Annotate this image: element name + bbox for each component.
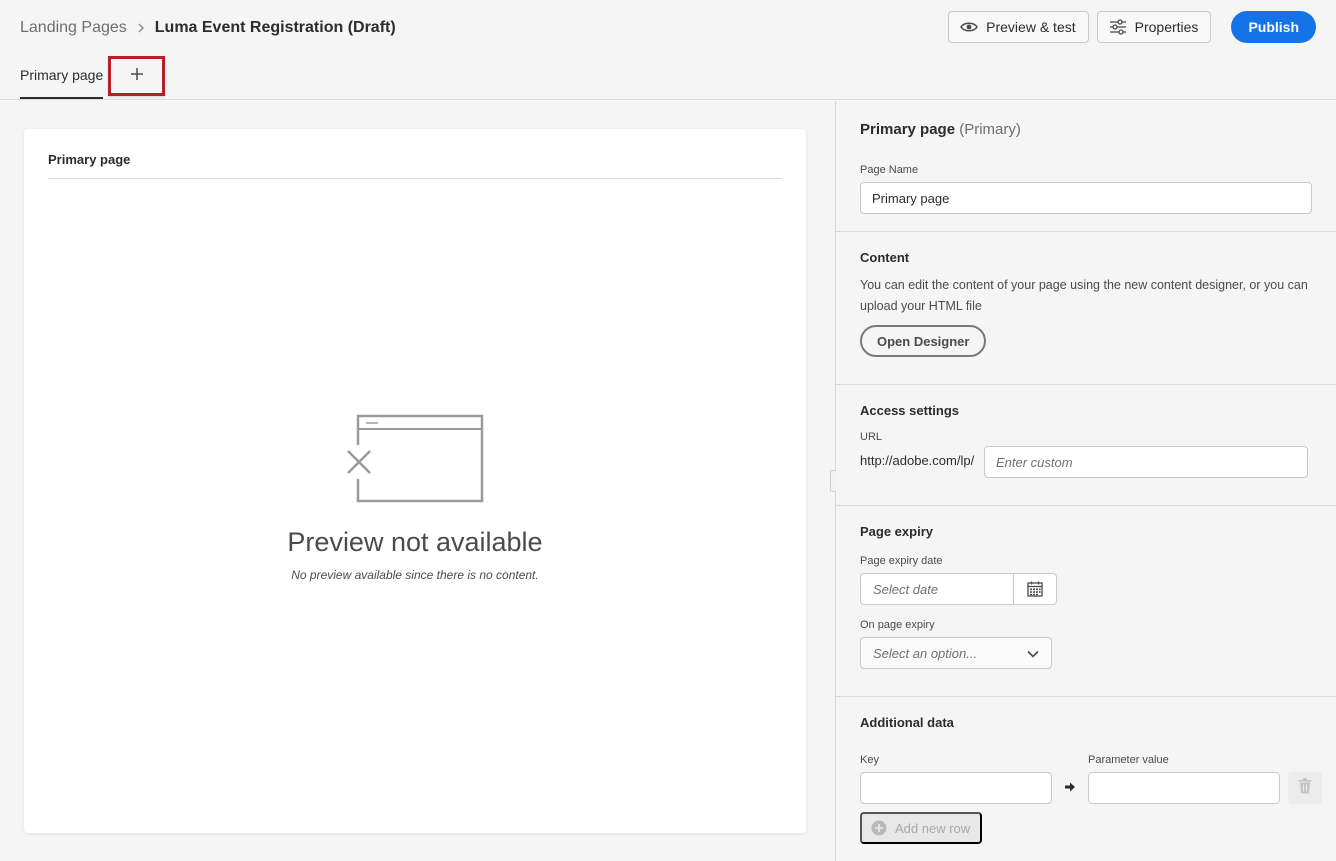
properties-heading-tag: (Primary) [959,121,1021,138]
chevron-right-icon [137,23,145,33]
calendar-icon[interactable] [1014,574,1056,604]
key-input[interactable] [860,772,1052,804]
plus-icon [130,67,144,86]
custom-url-placeholder: Enter custom [996,454,1073,470]
parameter-value-input[interactable] [1088,772,1280,804]
sliders-icon [1109,19,1127,35]
expiry-date-label: Page expiry date [860,555,943,567]
page-name-label: Page Name [860,164,919,176]
open-designer-button[interactable]: Open Designer [860,325,987,357]
broken-window-icon [344,411,514,508]
header-actions: Preview & test Properties Publish [948,11,1316,43]
divider [48,178,782,179]
arrow-right-icon [1064,781,1076,793]
breadcrumb-landing-pages[interactable]: Landing Pages [20,19,127,37]
on-expiry-placeholder: Select an option... [873,645,978,661]
preview-test-button[interactable]: Preview & test [948,11,1089,43]
preview-test-label: Preview & test [986,19,1076,35]
properties-heading-name: Primary page [860,121,956,138]
additional-data-title: Additional data [860,715,954,730]
add-new-row-label: Add new row [895,820,971,836]
page-tabs: Primary page [20,56,165,100]
breadcrumb: Landing Pages Luma Event Registration (D… [20,17,396,39]
content-section-title: Content [860,250,910,265]
properties-panel: Primary page (Primary) Page Name Primary… [836,101,1336,861]
page-properties-section: Primary page (Primary) Page Name Primary… [836,101,1336,232]
trash-icon [1298,777,1312,799]
page-title: Luma Event Registration (Draft) [154,19,396,36]
preview-area: Primary page Preview not available No pr… [0,101,835,861]
add-page-tab-button[interactable] [108,56,165,96]
add-new-row-button[interactable]: Add new row [860,812,982,844]
properties-button[interactable]: Properties [1096,11,1212,43]
properties-heading: Primary page (Primary) [860,121,1021,138]
eye-icon [960,21,979,33]
key-label: Key [860,754,879,766]
publish-button[interactable]: Publish [1231,11,1316,43]
properties-label: Properties [1134,19,1199,35]
empty-state-subtitle: No preview available since there is no c… [291,568,539,582]
preview-card: Primary page Preview not available No pr… [24,129,806,833]
expiry-date-picker[interactable]: Select date [860,573,1057,605]
preview-card-title: Primary page [48,152,131,167]
tab-primary-page[interactable]: Primary page [20,56,104,99]
content-description: You can edit the content of your page us… [860,278,1308,313]
url-prefix: http://adobe.com/lp/ [860,453,975,468]
delete-row-button[interactable] [1288,772,1322,804]
expiry-date-placeholder: Select date [873,581,939,597]
on-expiry-label: On page expiry [860,619,935,631]
top-bar: Landing Pages Luma Event Registration (D… [0,0,1336,100]
parameter-value-label: Parameter value [1088,754,1169,766]
access-settings-title: Access settings [860,403,959,418]
url-label: URL [860,431,883,443]
custom-url-input[interactable]: Enter custom [984,446,1308,478]
empty-state-title: Preview not available [287,527,543,557]
page-expiry-title: Page expiry [860,524,933,539]
on-expiry-select[interactable]: Select an option... [860,637,1052,669]
page-name-input[interactable]: Primary page [860,182,1312,214]
add-circle-icon [871,820,887,836]
chevron-down-icon [1027,646,1039,661]
expiry-date-input[interactable]: Select date [861,574,1014,604]
